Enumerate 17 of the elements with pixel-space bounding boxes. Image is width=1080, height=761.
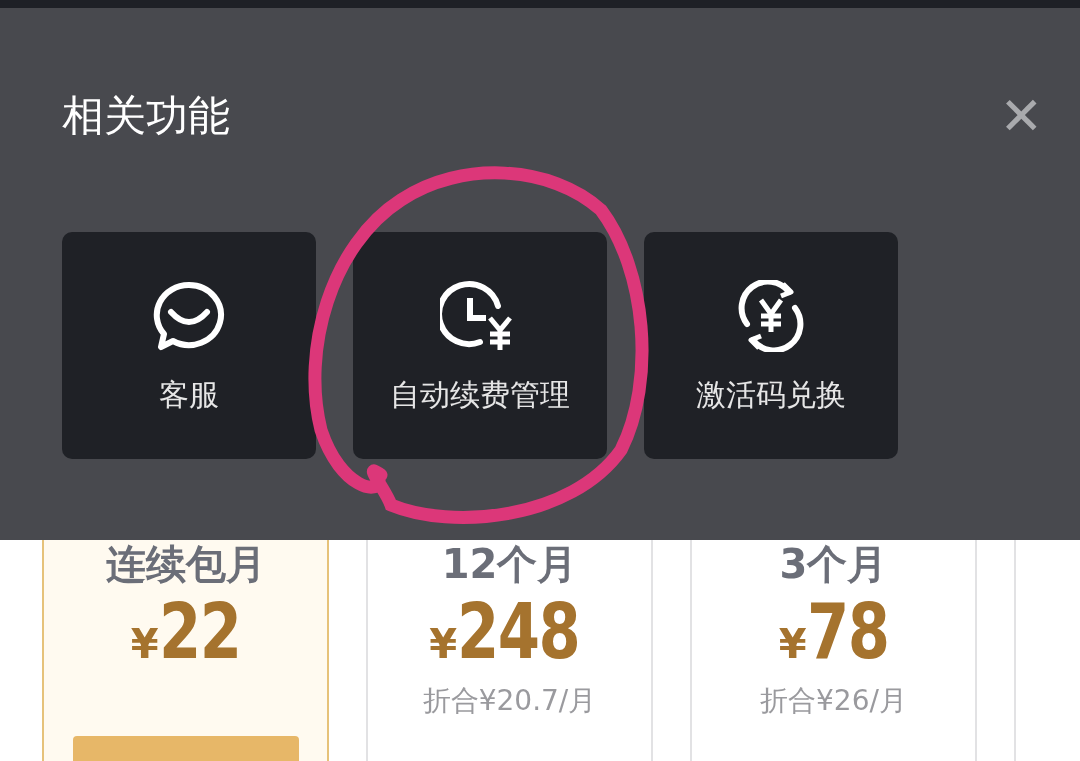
price-note: 折合¥26/月 [759,683,908,719]
chat-bubble-icon [151,280,227,352]
plan-price: ¥78 [778,594,889,674]
close-button[interactable]: ✕ [999,90,1043,142]
function-tile[interactable]: 激活码兑换 [644,232,898,459]
plan-price: ¥248 [429,594,581,674]
function-tile[interactable]: 客服 [62,232,316,459]
panel-title: 相关功能 [62,90,230,142]
plan-card[interactable]: 12个月 ¥248 折合¥20.7/月 [366,540,653,761]
plan-title: 3个月 [778,544,889,584]
plan-title: 连续包月 [104,544,267,584]
plan-title: 12个月 [440,544,579,584]
function-tile[interactable]: 自动续费管理 [353,232,607,459]
price-note: 折合¥20.7/月 [421,683,598,719]
plan-card[interactable]: 3个月 ¥78 折合¥26/月 [690,540,977,761]
plan-price: ¥22 [130,594,241,674]
plan-card[interactable]: 连续包月 ¥22 [42,540,329,761]
